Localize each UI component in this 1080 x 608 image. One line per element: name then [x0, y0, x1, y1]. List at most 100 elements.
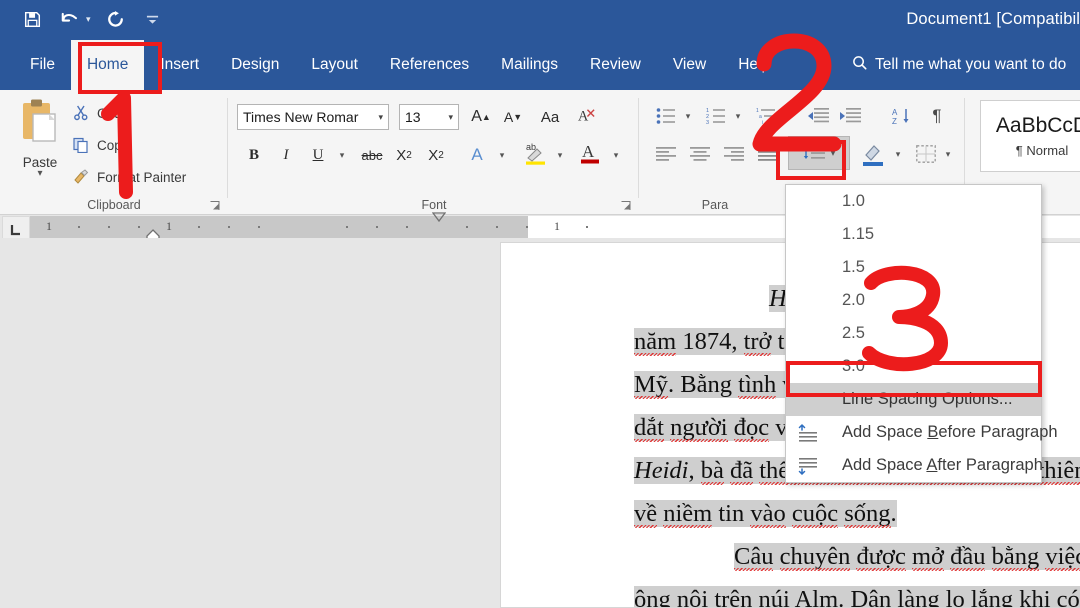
menu-item-line-spacing-options[interactable]: Line Spacing Options...: [786, 383, 1041, 416]
svg-text:A: A: [892, 108, 898, 117]
svg-text:i: i: [762, 120, 763, 125]
font-size-input[interactable]: 13 ▾: [399, 104, 459, 130]
tab-references[interactable]: References: [374, 40, 485, 90]
document-line[interactable]: Câu chuyên được mở đầu bằng việc H: [734, 535, 1080, 578]
menu-item-add-space-before-paragraph[interactable]: Add Space Before Paragraph: [786, 416, 1041, 449]
font-dialog-launcher-icon[interactable]: [620, 199, 632, 211]
tell-me-label: Tell me what you want to do: [875, 56, 1066, 74]
font-color-button[interactable]: A: [575, 138, 605, 170]
text-highlight-color-button[interactable]: ab: [521, 138, 551, 170]
menu-item-1-15[interactable]: 1.15: [786, 218, 1041, 251]
menu-item-2-5[interactable]: 2.5: [786, 317, 1041, 350]
align-right-button[interactable]: [720, 140, 748, 168]
customize-quick-access-toolbar-icon[interactable]: [141, 7, 165, 31]
italic-button[interactable]: I: [273, 142, 299, 168]
document-line[interactable]: về niềm tin vào cuộc sống.: [634, 492, 897, 535]
font-name-input[interactable]: Times New Romar ▾: [237, 104, 389, 130]
show-formatting-marks-button[interactable]: ¶: [923, 102, 951, 130]
font-color-dropdown-icon[interactable]: ▾: [607, 142, 625, 168]
style-sample-text: AaBbCcD: [996, 114, 1080, 138]
line-and-paragraph-spacing-button[interactable]: ▾: [788, 136, 850, 170]
undo-icon[interactable]: [57, 7, 81, 31]
menu-item-label: Add Space After Paragraph: [842, 456, 1043, 475]
tell-me-search[interactable]: Tell me what you want to do: [852, 40, 1066, 90]
shrink-font-button[interactable]: A▼: [500, 104, 526, 130]
shading-dropdown-icon[interactable]: ▾: [890, 140, 906, 168]
line-spacing-menu[interactable]: 1.01.151.52.02.53.0Line Spacing Options.…: [785, 184, 1042, 483]
undo-dropdown-icon[interactable]: ▾: [86, 15, 91, 24]
tab-design[interactable]: Design: [215, 40, 295, 90]
style-normal-label: ¶ Normal: [1016, 143, 1069, 158]
tab-help[interactable]: Help: [722, 40, 786, 90]
decrease-indent-button[interactable]: [804, 102, 832, 130]
style-normal-button[interactable]: AaBbCcD ¶ Normal: [980, 100, 1080, 172]
paste-dropdown-icon[interactable]: ▾: [37, 170, 42, 178]
ruler-left-margin: [30, 216, 528, 238]
clipboard-dialog-launcher-icon[interactable]: [209, 199, 221, 211]
multilevel-list-dropdown-icon[interactable]: ▾: [780, 102, 796, 130]
text-effects-dropdown-icon[interactable]: ▾: [493, 142, 511, 168]
ruler-number: 1: [46, 219, 52, 234]
clear-formatting-button[interactable]: A: [573, 104, 599, 130]
tab-insert[interactable]: Insert: [144, 40, 215, 90]
menu-item-3-0[interactable]: 3.0: [786, 350, 1041, 383]
cut-button[interactable]: Cut: [72, 104, 118, 122]
underline-label: U: [313, 147, 324, 164]
align-center-button[interactable]: [686, 140, 714, 168]
tab-mailings[interactable]: Mailings: [485, 40, 574, 90]
tab-home[interactable]: Home: [71, 40, 144, 90]
menu-item-add-space-after-paragraph[interactable]: Add Space After Paragraph: [786, 449, 1041, 482]
document-line[interactable]: ông nội trên núi Alm. Dân làng lo lắng k…: [634, 578, 1080, 608]
copy-icon: [72, 136, 90, 154]
cut-label: Cut: [97, 106, 118, 121]
bullets-button[interactable]: [652, 102, 680, 130]
strikethrough-button[interactable]: abc: [357, 142, 387, 168]
bold-button[interactable]: B: [241, 142, 267, 168]
redo-icon[interactable]: [104, 7, 128, 31]
group-separator: [964, 98, 965, 198]
text-effects-button[interactable]: A: [463, 142, 491, 168]
menu-item-1-0[interactable]: 1.0: [786, 185, 1041, 218]
tab-file[interactable]: File: [14, 40, 71, 90]
clipboard-group: Paste ▾ Cut Copy Format Painter: [0, 90, 228, 215]
font-size-dropdown-icon[interactable]: ▾: [444, 112, 453, 123]
borders-button[interactable]: [912, 140, 940, 168]
subscript-index: 2: [406, 150, 412, 161]
ribbon-tab-bar: File Home Insert Design Layout Reference…: [0, 40, 1080, 90]
document-title: Document1 [Compatibil: [906, 10, 1080, 29]
numbering-dropdown-icon[interactable]: ▾: [730, 102, 746, 130]
superscript-button[interactable]: X2: [423, 142, 449, 168]
underline-button[interactable]: U: [305, 142, 331, 168]
highlight-dropdown-icon[interactable]: ▾: [551, 142, 569, 168]
underline-dropdown-icon[interactable]: ▾: [333, 142, 351, 168]
justify-button[interactable]: [754, 140, 782, 168]
format-painter-button[interactable]: Format Painter: [72, 168, 186, 186]
change-case-button[interactable]: Aa: [535, 104, 565, 130]
paste-button[interactable]: Paste ▾: [12, 98, 68, 182]
italic-label: I: [284, 147, 289, 164]
sort-button[interactable]: AZ: [888, 102, 916, 130]
menu-item-2-0[interactable]: 2.0: [786, 284, 1041, 317]
subscript-button[interactable]: X2: [391, 142, 417, 168]
numbering-button[interactable]: 123: [702, 102, 730, 130]
tab-review[interactable]: Review: [574, 40, 657, 90]
copy-button[interactable]: Copy: [72, 136, 129, 154]
ruler-number: 1: [554, 219, 560, 234]
grow-font-button[interactable]: A▲: [468, 104, 494, 130]
font-group: Times New Romar ▾ 13 ▾ A▲ A▼ Aa A: [229, 90, 639, 215]
increase-indent-button[interactable]: [836, 102, 864, 130]
tab-layout[interactable]: Layout: [295, 40, 374, 90]
font-name-dropdown-icon[interactable]: ▾: [374, 112, 383, 123]
shading-button[interactable]: [858, 138, 888, 170]
first-line-indent-marker[interactable]: [432, 211, 446, 229]
align-left-button[interactable]: [652, 140, 680, 168]
borders-dropdown-icon[interactable]: ▾: [940, 140, 956, 168]
bullets-dropdown-icon[interactable]: ▾: [680, 102, 696, 130]
tab-view[interactable]: View: [657, 40, 722, 90]
line-spacing-dropdown-icon[interactable]: ▾: [831, 148, 836, 159]
multilevel-list-button[interactable]: 1ai: [752, 102, 780, 130]
ribbon-tabs: File Home Insert Design Layout Reference…: [14, 40, 786, 90]
menu-item-1-5[interactable]: 1.5: [786, 251, 1041, 284]
save-icon[interactable]: [20, 7, 44, 31]
ruler-number: 1: [166, 219, 172, 234]
